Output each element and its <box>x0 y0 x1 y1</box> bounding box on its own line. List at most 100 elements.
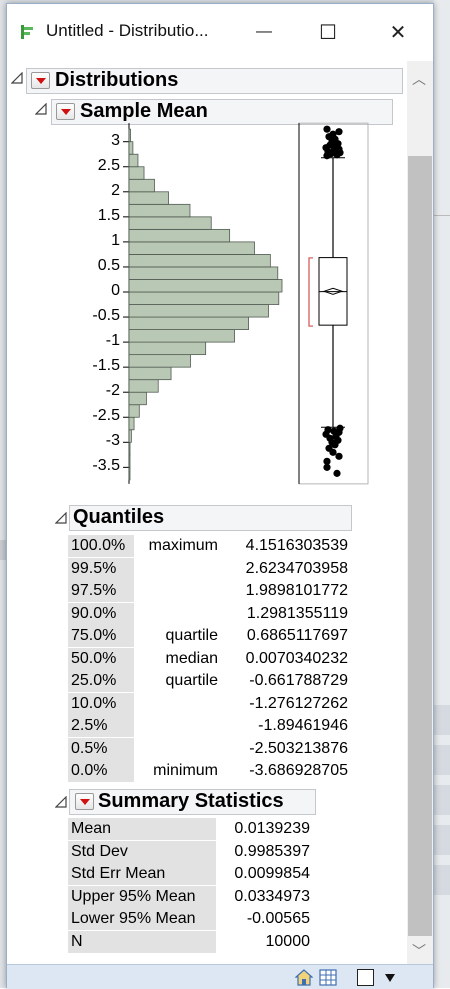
quantile-percent: 0.0% <box>68 760 134 782</box>
close-button[interactable]: ✕ <box>375 12 421 52</box>
histogram-bar <box>128 266 279 280</box>
minimize-button[interactable]: — <box>241 12 287 52</box>
quantiles-title: Quantiles <box>73 506 165 528</box>
histogram-bar <box>128 279 283 293</box>
maximize-button[interactable]: ☐ <box>305 12 351 52</box>
quantile-label: quartile <box>165 672 218 689</box>
summary-row: Std Err Mean 0.0099854 <box>68 863 318 885</box>
summary-row: Mean 0.0139239 <box>68 818 318 840</box>
summary-label: Lower 95% Mean <box>68 908 216 930</box>
quantile-row: 97.5% 1.9898101772 <box>68 580 358 602</box>
title-bar[interactable]: Untitled - Distributio... — ☐ ✕ <box>7 4 433 60</box>
window-list-icon[interactable] <box>357 969 374 986</box>
summary-value: 0.0334973 <box>234 887 310 905</box>
y-tick-label: -2.5 <box>92 407 120 425</box>
outlier-point <box>323 463 331 471</box>
scroll-down-arrow-icon[interactable]: ﹀ <box>412 941 426 961</box>
outlier-point <box>331 441 339 449</box>
distribution-window: Untitled - Distributio... — ☐ ✕ Distribu… <box>6 3 434 989</box>
histogram-bar <box>128 166 145 180</box>
window-title: Untitled - Distributio... <box>46 21 209 40</box>
quantile-row: 75.0% quartile 0.6865117697 <box>68 625 358 647</box>
quantile-percent: 0.5% <box>68 737 134 760</box>
quantile-value: 0.6865117697 <box>246 627 348 644</box>
summary-value: 0.0099854 <box>234 865 310 882</box>
histogram-bar <box>128 416 135 431</box>
summary-row: Std Dev 0.9985397 <box>68 840 318 863</box>
summary-value: -0.00565 <box>246 910 310 927</box>
y-tick-label: 2.5 <box>97 156 120 174</box>
quantile-value: -1.276127262 <box>249 694 348 712</box>
quantile-row: 99.5% 2.6234703958 <box>68 557 358 580</box>
histogram-bar <box>128 304 269 318</box>
background-divider <box>434 215 450 216</box>
histogram-bar <box>128 178 155 193</box>
quantile-row: 0.0% minimum -3.686928705 <box>68 760 358 782</box>
y-tick-label: 1 <box>111 231 120 249</box>
quantile-row: 10.0% -1.276127262 <box>68 692 358 715</box>
quantile-value: -1.89461946 <box>258 717 348 734</box>
histogram-bar <box>128 153 139 168</box>
summary-row: N 10000 <box>68 930 318 953</box>
dropdown-arrow-icon[interactable] <box>385 974 395 982</box>
background-item <box>434 865 450 895</box>
histogram-bar <box>128 216 212 230</box>
quantile-percent: 90.0% <box>68 602 134 625</box>
disclosure-triangle-icon[interactable] <box>55 796 67 808</box>
background-item <box>434 745 450 775</box>
outlier-point <box>335 128 343 136</box>
y-tick-label: 3 <box>111 131 120 149</box>
status-bar <box>7 964 433 989</box>
histogram-bar <box>128 466 131 481</box>
quantile-value: 1.2981355119 <box>246 604 348 622</box>
histogram-bar <box>128 429 132 443</box>
histogram-bar <box>128 454 131 468</box>
quantile-percent: 25.0% <box>68 670 134 692</box>
scrollbar-thumb[interactable] <box>408 156 432 936</box>
y-tick-label: 1.5 <box>97 206 120 224</box>
summary-value: 0.0139239 <box>234 820 310 837</box>
histogram-bar <box>128 366 172 381</box>
quantile-percent: 2.5% <box>68 715 134 737</box>
y-tick-label: 0.5 <box>97 256 120 274</box>
histogram-bar <box>128 254 271 268</box>
histogram-bar <box>128 391 147 406</box>
scroll-up-arrow-icon[interactable]: ︿ <box>412 69 426 89</box>
quantile-value: -0.661788729 <box>249 672 348 689</box>
quantile-row: 2.5% -1.89461946 <box>68 715 358 737</box>
quantile-value: 0.0070340232 <box>245 649 348 667</box>
home-icon[interactable] <box>295 969 313 986</box>
quantile-percent: 75.0% <box>68 625 134 647</box>
quantile-value: 1.9898101772 <box>245 582 348 599</box>
histogram-bar <box>128 191 169 205</box>
quantile-row: 25.0% quartile -0.661788729 <box>68 670 358 692</box>
histogram-bar <box>128 228 231 243</box>
data-table-icon[interactable] <box>319 969 337 986</box>
quantile-row: 100.0% maximum 4.1516303539 <box>68 535 358 557</box>
summary-label: Std Err Mean <box>68 863 216 885</box>
quantile-percent: 50.0% <box>68 647 134 670</box>
histogram-bar <box>128 241 255 255</box>
minimize-icon: — <box>256 23 272 40</box>
red-triangle-menu-icon[interactable] <box>75 793 94 810</box>
outlier-point <box>323 125 331 133</box>
vertical-scrollbar[interactable]: ︿ ﹀ <box>407 61 433 964</box>
y-tick-label: -2 <box>105 382 120 400</box>
quantile-value: 2.6234703958 <box>245 559 348 577</box>
disclosure-triangle-icon[interactable] <box>55 512 67 524</box>
y-tick-label: 0 <box>111 282 120 299</box>
quantile-label: quartile <box>165 627 218 644</box>
quantile-percent: 97.5% <box>68 580 134 602</box>
quantile-value: -2.503213876 <box>249 739 348 757</box>
histogram-bar <box>128 128 131 143</box>
histogram-bar <box>128 441 131 456</box>
summary-statistics-title: Summary Statistics <box>98 790 284 812</box>
background-item <box>434 825 450 855</box>
summary-label: Mean <box>68 818 216 840</box>
histogram-bar <box>128 354 191 368</box>
quantile-percent: 99.5% <box>68 557 134 580</box>
background-item <box>434 785 450 815</box>
y-tick-label: -1.5 <box>92 357 120 375</box>
histogram-bar <box>128 141 134 155</box>
histogram-bar <box>128 316 249 330</box>
